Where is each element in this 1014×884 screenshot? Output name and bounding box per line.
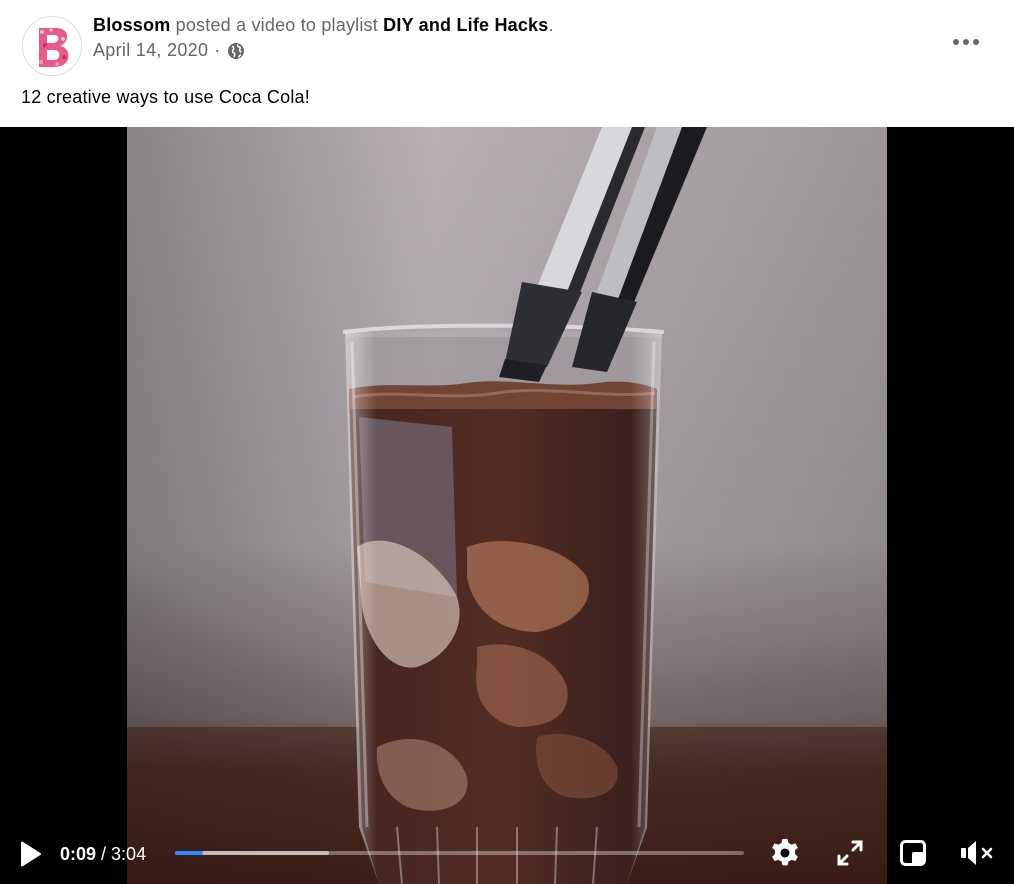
progress-played (175, 851, 203, 855)
time-separator: / (96, 844, 112, 864)
post-title-line: Blossom posted a video to playlist DIY a… (93, 15, 554, 36)
author-name[interactable]: Blossom (93, 15, 170, 35)
post-caption: 12 creative ways to use Coca Cola! (21, 87, 310, 107)
post-date[interactable]: April 14, 2020 (93, 40, 208, 61)
title-period: . (548, 15, 554, 35)
more-options-icon[interactable] (948, 28, 984, 56)
blossom-logo (23, 17, 81, 75)
playlist-link[interactable]: DIY and Life Hacks (383, 15, 548, 35)
video-player[interactable]: 0:09 / 3:04 (0, 127, 1014, 884)
progress-bar[interactable] (175, 851, 744, 855)
picture-in-picture-icon[interactable] (896, 836, 930, 870)
avatar[interactable] (22, 16, 82, 76)
time-display: 0:09 / 3:04 (60, 844, 146, 865)
post-meta-line: April 14, 2020 · (93, 40, 245, 61)
play-icon[interactable] (18, 837, 44, 871)
video-thumbnail (127, 127, 887, 884)
meta-separator: · (214, 40, 221, 60)
action-text: posted a video to playlist (170, 15, 384, 35)
fullscreen-icon[interactable] (833, 836, 867, 870)
volume-muted-icon[interactable] (958, 836, 996, 870)
current-time: 0:09 (60, 844, 97, 864)
post-header: Blossom posted a video to playlist DIY a… (0, 0, 1014, 127)
video-frame[interactable] (127, 127, 887, 884)
duration: 3:04 (111, 844, 147, 864)
settings-gear-icon[interactable] (768, 836, 802, 870)
globe-icon[interactable] (227, 42, 245, 60)
